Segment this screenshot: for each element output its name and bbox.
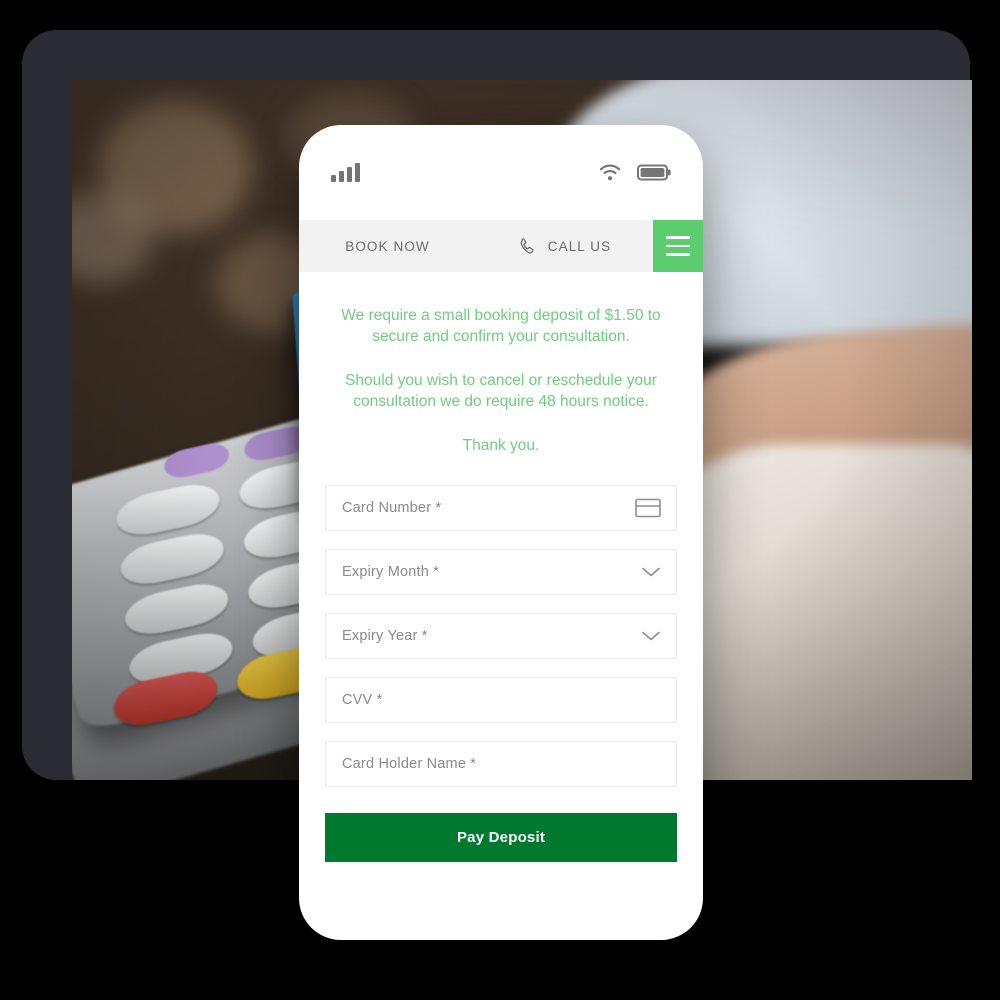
payment-form: Card Number * Expiry Month * Expiry Year… — [299, 463, 703, 787]
signal-bars-icon — [331, 162, 360, 182]
screenshot-stage: BOOK NOW CALL US We require a small book… — [0, 0, 1000, 1000]
cvv-placeholder: CVV * — [342, 691, 383, 708]
status-bar — [299, 125, 703, 220]
credit-card-icon — [635, 498, 661, 517]
card-number-field[interactable]: Card Number * — [325, 484, 677, 531]
chevron-down-icon — [641, 630, 661, 642]
chevron-down-icon — [641, 566, 661, 578]
wifi-icon — [599, 164, 621, 181]
expiry-year-placeholder: Expiry Year * — [342, 627, 428, 644]
nav-item-label: BOOK NOW — [345, 238, 430, 254]
card-holder-name-field[interactable]: Card Holder Name * — [325, 740, 677, 787]
card-number-placeholder: Card Number * — [342, 499, 442, 516]
expiry-year-select[interactable]: Expiry Year * — [325, 612, 677, 659]
deposit-notice: We require a small booking deposit of $1… — [299, 272, 703, 463]
hamburger-menu-icon[interactable] — [653, 220, 703, 272]
deposit-notice-line-3: Thank you. — [462, 436, 540, 454]
nav-item-call-us[interactable]: CALL US — [476, 220, 653, 272]
pay-deposit-button[interactable]: Pay Deposit — [325, 812, 677, 862]
nav-item-book-now[interactable]: BOOK NOW — [299, 220, 476, 272]
nav-item-label: CALL US — [547, 238, 612, 254]
battery-icon — [637, 164, 671, 181]
card-holder-name-placeholder: Card Holder Name * — [342, 755, 477, 772]
expiry-month-select[interactable]: Expiry Month * — [325, 548, 677, 595]
app-nav-bar: BOOK NOW CALL US — [299, 220, 703, 272]
phone-device: BOOK NOW CALL US We require a small book… — [299, 125, 703, 940]
deposit-notice-line-2: Should you wish to cancel or reschedule … — [345, 371, 657, 410]
expiry-month-placeholder: Expiry Month * — [342, 563, 440, 580]
phone-icon — [520, 237, 534, 254]
deposit-notice-line-1: We require a small booking deposit of $1… — [341, 307, 661, 345]
cvv-field[interactable]: CVV * — [325, 676, 677, 723]
